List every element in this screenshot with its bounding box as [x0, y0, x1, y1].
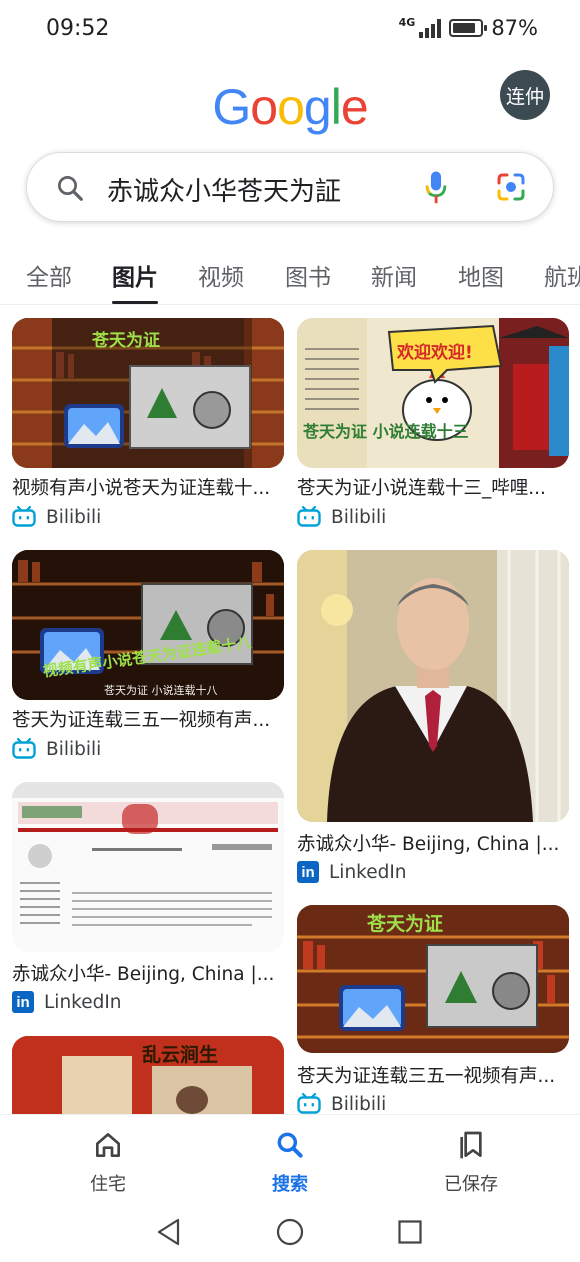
result-image[interactable]: 苍天为证	[297, 905, 569, 1053]
result-caption[interactable]: 赤诚众小华- Beijing, China |...	[297, 830, 569, 856]
clock: 09:52	[46, 16, 110, 41]
tabs-divider	[0, 304, 580, 305]
bottom-navigation: 住宅 搜索 已保存	[0, 1114, 580, 1204]
result-caption[interactable]: 苍天为证小说连载十三_哔哩...	[297, 474, 569, 500]
image-overlay-subtext: 苍天为证 小说连载十八	[104, 684, 218, 697]
bilibili-icon	[297, 506, 321, 527]
bookmark-icon	[460, 1131, 482, 1159]
nav-home-label: 住宅	[90, 1174, 126, 1195]
nav-home[interactable]: 住宅	[48, 1129, 168, 1196]
search-box[interactable]: 赤诚众小华苍天为証	[26, 152, 554, 222]
home-button-icon[interactable]	[276, 1218, 304, 1246]
tab-flights[interactable]: 航班	[544, 258, 580, 292]
nav-search-label: 搜索	[272, 1174, 308, 1195]
result-image[interactable]: 苍天为证	[12, 318, 284, 468]
bilibili-icon	[12, 506, 36, 527]
tab-images[interactable]: 图片	[112, 258, 158, 304]
result-image[interactable]: 欢迎欢迎! 苍天为证 小说连载十三	[297, 318, 569, 468]
status-icons: 4G 87%	[398, 15, 538, 41]
back-icon[interactable]	[156, 1218, 182, 1246]
search-tabs: 全部 图片 视频 图书 新闻 地图 航班	[0, 254, 580, 306]
result-source-name: Bilibili	[331, 1093, 387, 1115]
result-image[interactable]: 乱云涧生	[12, 1036, 284, 1114]
result-caption[interactable]: 赤诚众小华- Beijing, China |...	[12, 960, 284, 986]
result-source-name: LinkedIn	[329, 861, 407, 883]
logo-letter: o	[277, 79, 305, 135]
search-query[interactable]: 赤诚众小华苍天为証	[107, 171, 341, 208]
google-lens-icon[interactable]	[495, 171, 527, 203]
linkedin-icon: in	[12, 991, 34, 1013]
tab-all[interactable]: 全部	[26, 258, 72, 292]
image-overlay-text: 苍天为证	[92, 331, 160, 351]
google-logo: Google	[0, 78, 580, 136]
result-source[interactable]: in LinkedIn	[297, 861, 407, 883]
image-overlay-text: 苍天为证	[367, 913, 444, 935]
result-caption[interactable]: 视频有声小说苍天为证连载十...	[12, 474, 284, 500]
image-banner-text: 欢迎欢迎!	[397, 343, 473, 363]
microphone-icon[interactable]	[423, 169, 449, 207]
nav-saved[interactable]: 已保存	[411, 1129, 531, 1196]
status-bar: 09:52 4G 87%	[0, 0, 580, 60]
bilibili-icon	[297, 1093, 321, 1114]
tab-news[interactable]: 新闻	[371, 258, 417, 292]
image-overlay-text: 乱云涧生	[142, 1044, 219, 1066]
result-image[interactable]	[297, 550, 569, 822]
result-source-name: Bilibili	[46, 738, 102, 760]
result-source-name: LinkedIn	[44, 991, 122, 1013]
battery-percent: 87%	[491, 16, 538, 40]
search-icon	[277, 1132, 303, 1158]
network-label: 4G	[398, 15, 416, 29]
bilibili-icon	[12, 738, 36, 759]
account-avatar[interactable]: 连仲	[500, 70, 550, 120]
result-image[interactable]	[12, 782, 284, 952]
result-source[interactable]: Bilibili	[12, 738, 101, 760]
result-source[interactable]: Bilibili	[297, 1093, 386, 1115]
system-navigation	[0, 1204, 580, 1262]
result-source[interactable]: Bilibili	[297, 506, 386, 528]
result-caption[interactable]: 苍天为证连载三五一视频有声...	[12, 706, 284, 732]
result-source[interactable]: Bilibili	[12, 506, 101, 528]
tab-videos[interactable]: 视频	[198, 258, 244, 292]
nav-saved-label: 已保存	[444, 1174, 498, 1195]
logo-letter: l	[330, 79, 342, 135]
logo-letter: g	[303, 79, 332, 135]
result-source-name: Bilibili	[46, 506, 102, 528]
result-source-name: Bilibili	[331, 506, 387, 528]
home-icon	[96, 1133, 120, 1157]
nav-search[interactable]: 搜索	[230, 1129, 350, 1196]
result-caption[interactable]: 苍天为证连载三五一视频有声...	[297, 1062, 569, 1088]
image-overlay-text: 苍天为证 小说连载十三	[303, 422, 469, 441]
logo-letter: o	[250, 79, 278, 135]
tab-maps[interactable]: 地图	[458, 258, 504, 292]
logo-letter: e	[340, 79, 369, 135]
linkedin-icon: in	[297, 861, 319, 883]
signal-icon	[419, 18, 442, 38]
logo-letter: G	[212, 79, 251, 135]
result-source[interactable]: in LinkedIn	[12, 991, 122, 1013]
recents-icon[interactable]	[398, 1220, 422, 1244]
battery-icon	[449, 19, 488, 37]
tab-books[interactable]: 图书	[285, 258, 331, 292]
result-image[interactable]: 视频有声小说苍天为证连载十八 苍天为证 小说连载十八	[12, 550, 284, 700]
search-icon[interactable]	[55, 173, 85, 203]
